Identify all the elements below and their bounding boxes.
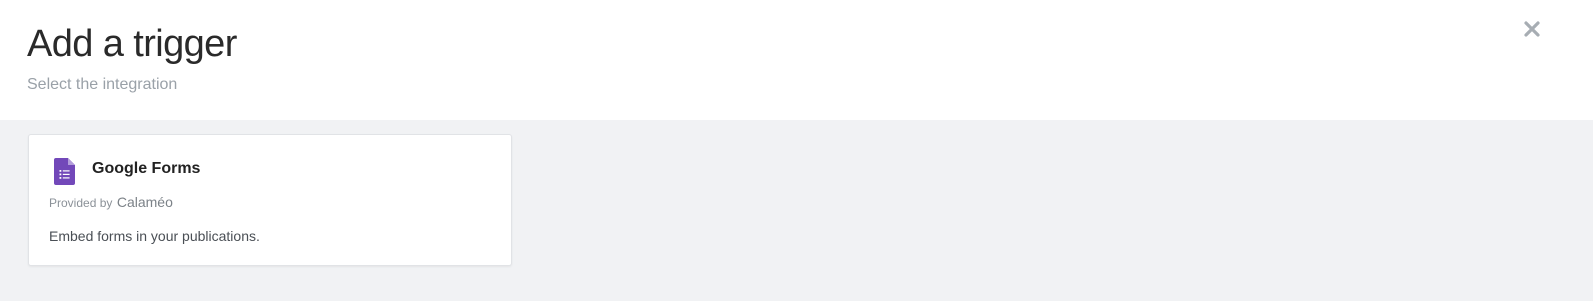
close-button[interactable] bbox=[1521, 18, 1543, 40]
dialog-subtitle: Select the integration bbox=[27, 76, 178, 93]
close-icon bbox=[1524, 21, 1540, 37]
provider-name: Calaméo bbox=[116, 194, 173, 210]
dialog-header: Add a trigger Select the integration bbox=[0, 0, 1593, 120]
dialog-title: Add a trigger bbox=[27, 23, 237, 65]
integration-description: Embed forms in your publications. bbox=[49, 228, 260, 244]
integration-name: Google Forms bbox=[92, 160, 201, 177]
integration-list: Google Forms Provided by Calaméo Embed f… bbox=[0, 120, 1593, 301]
integration-provider: Provided by Calaméo bbox=[49, 193, 173, 212]
provided-by-label: Provided by bbox=[49, 196, 113, 210]
integration-card-google-forms[interactable]: Google Forms Provided by Calaméo Embed f… bbox=[28, 134, 512, 266]
google-forms-icon bbox=[54, 158, 75, 185]
add-trigger-dialog: Add a trigger Select the integration Goo… bbox=[0, 0, 1593, 301]
